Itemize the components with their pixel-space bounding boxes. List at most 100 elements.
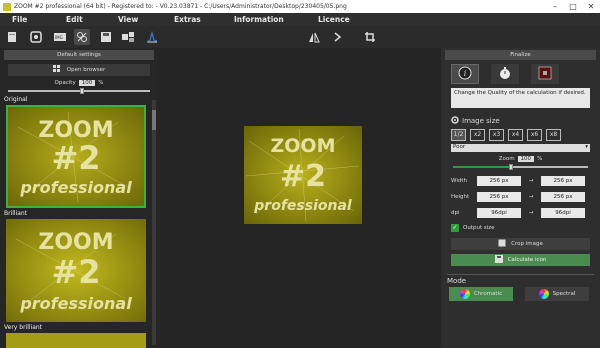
- mode-spectral-button[interactable]: Spectral: [525, 287, 589, 301]
- close-button[interactable]: ✕: [582, 0, 600, 13]
- opacity-slider[interactable]: [8, 88, 150, 94]
- open-browser-button[interactable]: Open browser: [8, 64, 150, 76]
- info-icon: i: [458, 66, 472, 82]
- scale-button-half[interactable]: 1/2: [451, 129, 466, 141]
- menu-view[interactable]: View: [118, 15, 138, 24]
- resample-value: Poor: [453, 144, 466, 150]
- menu-extras[interactable]: Extras: [174, 15, 201, 24]
- zoom-value[interactable]: 100: [517, 156, 535, 162]
- zoom-slider-knob[interactable]: [509, 164, 513, 170]
- width-target-field[interactable]: 256 px: [541, 176, 585, 186]
- thumbnail-image: ZOOM #2 professional: [8, 107, 144, 206]
- scrollbar-thumb[interactable]: [152, 110, 156, 130]
- svg-text:i: i: [464, 69, 467, 78]
- histogram-icon[interactable]: [144, 29, 160, 45]
- thumbnail-brilliant[interactable]: ZOOM #2 professional: [6, 219, 146, 322]
- resample-dropdown[interactable]: Poor ▾: [451, 144, 590, 152]
- crop-tool-icon[interactable]: [362, 29, 378, 45]
- calculate-label: Calculate icon: [507, 257, 547, 263]
- crop-icon: [498, 239, 506, 249]
- opacity-slider-knob[interactable]: [80, 88, 84, 94]
- info-quality-button[interactable]: i: [451, 64, 479, 84]
- open-file-icon[interactable]: [28, 29, 44, 45]
- height-row: Height 256 px → 256 px: [451, 192, 590, 202]
- svg-text:professional: professional: [19, 294, 132, 313]
- dpi-label: dpi: [451, 210, 460, 216]
- settings-tools-icon[interactable]: [74, 29, 90, 45]
- calculate-button[interactable]: Calculate icon: [451, 254, 590, 266]
- maximize-button[interactable]: □: [564, 0, 582, 13]
- menu-licence[interactable]: Licence: [318, 15, 350, 24]
- dpi-source-field[interactable]: 96dpi: [477, 208, 521, 218]
- mode-spectral-label: Spectral: [552, 291, 576, 297]
- preview-area: ZOOM #2 professional: [158, 48, 441, 348]
- menu-information[interactable]: Information: [234, 15, 284, 24]
- width-source-field[interactable]: 256 px: [477, 176, 521, 186]
- thumbnail-very-brilliant[interactable]: [6, 333, 146, 348]
- arrow-right-icon: →: [528, 210, 534, 216]
- svg-text:IMG: IMG: [55, 35, 63, 40]
- output-size-row: ✓ Output size: [451, 224, 590, 232]
- svg-text:#2: #2: [51, 253, 100, 291]
- scale-button-x4[interactable]: x4: [508, 129, 523, 141]
- scale-button-x6[interactable]: x6: [527, 129, 542, 141]
- menu-edit[interactable]: Edit: [66, 15, 83, 24]
- color-wheel-icon: [459, 289, 470, 299]
- opacity-label: Opacity: [54, 80, 76, 86]
- zoom-row: Zoom 100 %: [441, 156, 600, 162]
- svg-text:professional: professional: [19, 178, 132, 197]
- scale-button-x8[interactable]: x8: [546, 129, 561, 141]
- arrow-right-icon: →: [528, 178, 534, 184]
- preview-graphic: ZOOM #2 professional: [244, 126, 362, 224]
- crop-image-label: Crop image: [511, 241, 543, 247]
- rotate-icon[interactable]: [330, 29, 346, 45]
- quality-hint: Change the Quality of the calculation if…: [451, 88, 590, 108]
- crop-image-button[interactable]: Crop image: [451, 238, 590, 250]
- dpi-target-field[interactable]: 96dpi: [541, 208, 585, 218]
- mode-chromatic-label: Chromatic: [473, 291, 503, 297]
- preview-text-zoom: ZOOM: [271, 135, 336, 157]
- scale-button-x2[interactable]: x2: [470, 129, 485, 141]
- image-size-title: Image size: [462, 117, 500, 125]
- image-format-icon[interactable]: IMG: [52, 29, 68, 45]
- open-browser-label: Open browser: [66, 67, 106, 73]
- mode-title: Mode: [447, 277, 467, 285]
- output-frame-icon: [538, 66, 552, 82]
- thumbnail-original[interactable]: ZOOM #2 professional: [6, 105, 146, 208]
- flip-horizontal-icon[interactable]: [306, 29, 322, 45]
- height-target-field[interactable]: 256 px: [541, 192, 585, 202]
- menu-file[interactable]: File: [12, 15, 27, 24]
- right-panel: Finalize i Change the Quality of the cal…: [441, 48, 600, 348]
- thumb-label-very-brilliant: Very brilliant: [4, 324, 43, 331]
- zoom-slider[interactable]: [453, 164, 588, 170]
- output-size-checkbox[interactable]: ✓: [451, 224, 459, 232]
- timer-button[interactable]: [491, 64, 519, 84]
- preview-text-number: #2: [280, 159, 326, 194]
- save-icon[interactable]: [98, 29, 114, 45]
- chevron-down-icon: ▾: [585, 144, 588, 150]
- opacity-value[interactable]: 100: [78, 80, 96, 86]
- app-window: ZOOM #2 professional (64 bit) - Register…: [0, 0, 600, 348]
- mode-chromatic-button[interactable]: Chromatic: [449, 287, 513, 301]
- gear-icon: [451, 116, 459, 126]
- new-file-icon[interactable]: [4, 29, 20, 45]
- zoom-label: Zoom: [498, 156, 515, 162]
- height-label: Height: [451, 194, 470, 200]
- scale-buttons: 1/2 x2 x3 x4 x6 x8: [451, 129, 590, 141]
- preview-text-edition: professional: [253, 198, 352, 214]
- spectrum-icon: [538, 289, 549, 299]
- thumbnail-scrollbar[interactable]: [152, 100, 156, 345]
- save-icon: [494, 255, 503, 265]
- batch-export-icon[interactable]: [120, 29, 136, 45]
- thumb-label-original: Original: [4, 96, 28, 103]
- preview-image[interactable]: ZOOM #2 professional: [244, 126, 362, 224]
- divider: [447, 274, 594, 275]
- output-button[interactable]: [531, 64, 559, 84]
- minimize-button[interactable]: –: [546, 0, 564, 13]
- thumbnail-image: ZOOM #2 professional: [6, 219, 146, 322]
- output-size-label: Output size: [463, 225, 495, 231]
- height-source-field[interactable]: 256 px: [477, 192, 521, 202]
- opacity-row: Opacity 100 %: [0, 80, 158, 86]
- scale-button-x3[interactable]: x3: [489, 129, 504, 141]
- thumbnail-image: [6, 333, 146, 348]
